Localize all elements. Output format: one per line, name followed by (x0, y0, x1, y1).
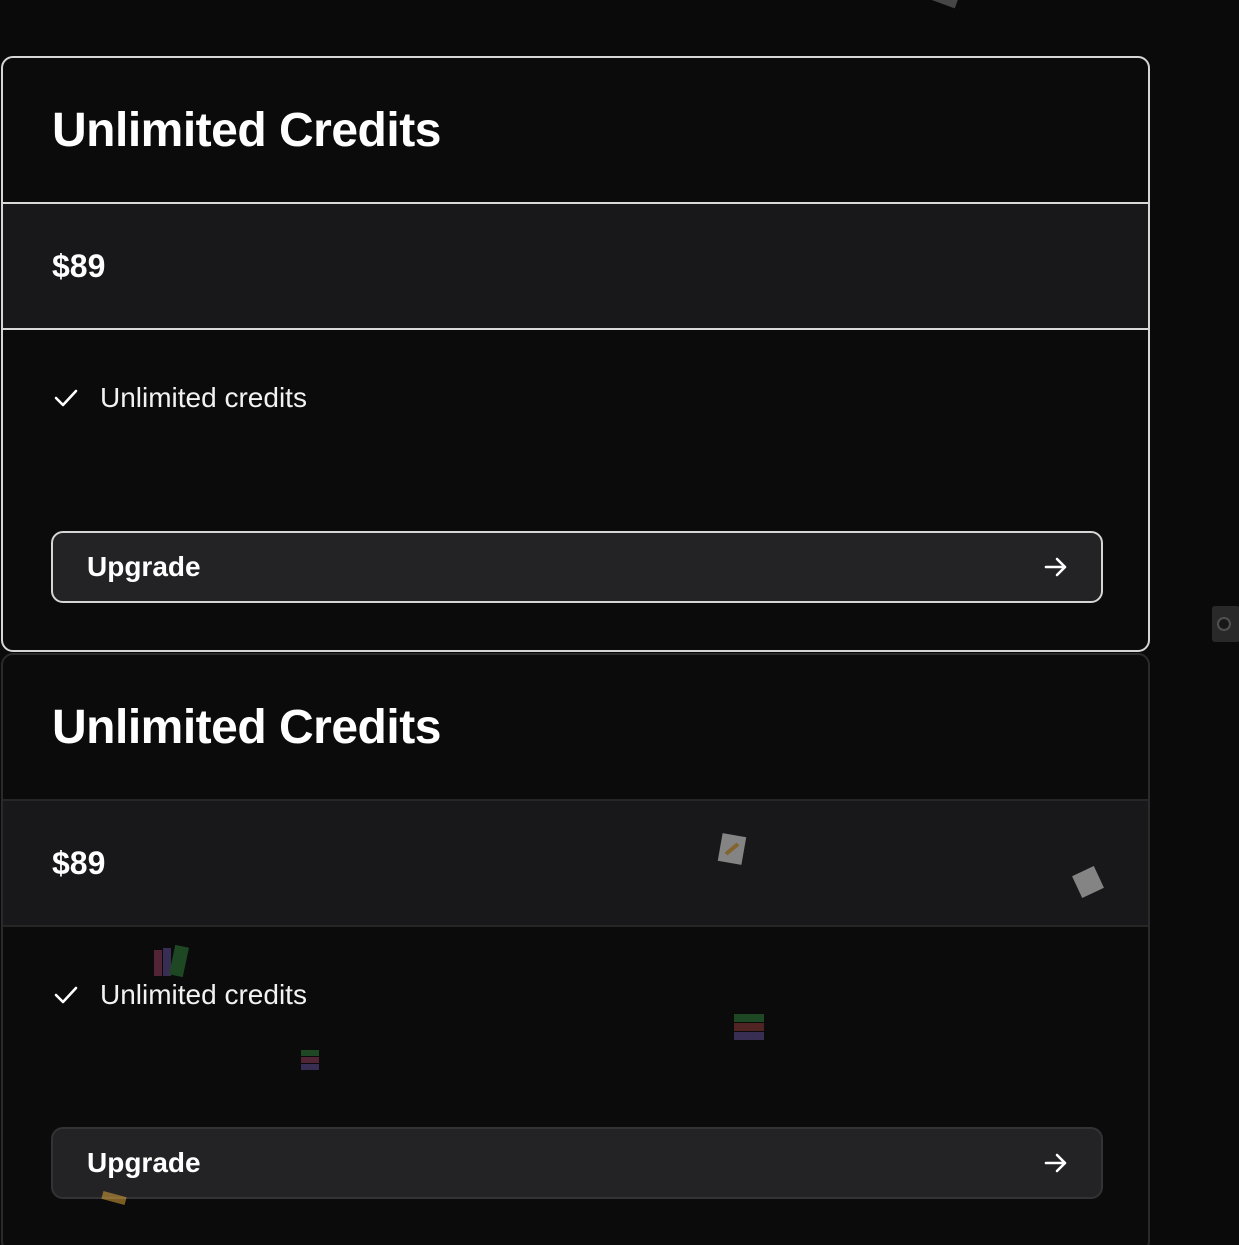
feature-item: Unlimited credits (52, 979, 1148, 1011)
card-header: Unlimited Credits (3, 655, 1148, 799)
feature-list: Unlimited credits (3, 927, 1148, 1077)
misc-sticker-icon (928, 0, 960, 9)
card-title: Unlimited Credits (52, 104, 441, 157)
upgrade-button[interactable]: Upgrade (51, 1127, 1103, 1199)
price-section: $89 (3, 202, 1148, 330)
arrow-right-icon (1044, 557, 1067, 577)
arrow-right-icon (1044, 1153, 1067, 1173)
feature-list: Unlimited credits (3, 330, 1148, 480)
pricing-card-unlimited-selected[interactable]: Unlimited Credits $89 Unlimited credits … (1, 56, 1150, 652)
upgrade-button[interactable]: Upgrade (51, 531, 1103, 603)
price-section: $89 (3, 799, 1148, 927)
price-label: $89 (52, 845, 106, 881)
card-header: Unlimited Credits (3, 58, 1148, 202)
price-label: $89 (52, 248, 106, 284)
pricing-card-unlimited[interactable]: Unlimited Credits $89 Unlimited credits … (1, 653, 1150, 1245)
upgrade-button-label: Upgrade (87, 1147, 201, 1178)
pricing-page: Unlimited Credits $89 Unlimited credits … (0, 0, 1239, 1245)
feature-label: Unlimited credits (100, 382, 307, 413)
check-icon (54, 389, 78, 407)
feature-label: Unlimited credits (100, 979, 307, 1010)
feature-item: Unlimited credits (52, 382, 1148, 414)
card-title: Unlimited Credits (52, 701, 441, 754)
upgrade-button-label: Upgrade (87, 551, 201, 582)
check-icon (54, 986, 78, 1004)
projector-sticker-icon (1212, 606, 1239, 642)
